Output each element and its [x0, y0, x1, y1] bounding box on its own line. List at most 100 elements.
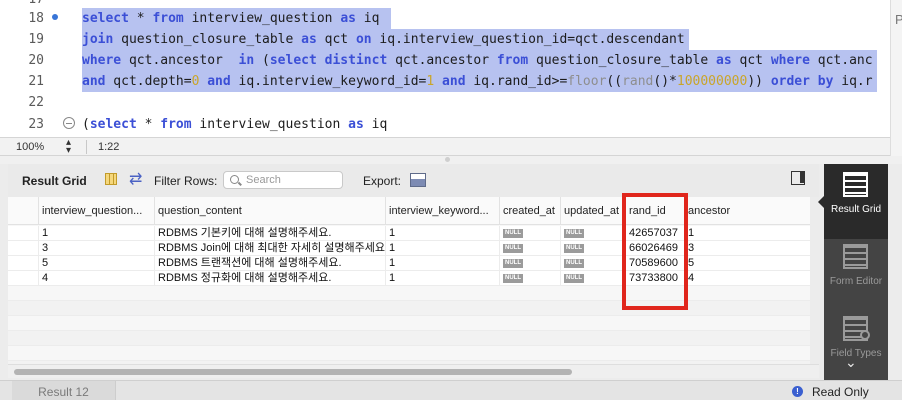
side-panel: Result Grid Form Editor Field Types	[824, 164, 888, 380]
column-header[interactable]: interview_keyword...	[385, 197, 499, 225]
code-line[interactable]: 18 select * from interview_question as iq	[0, 8, 890, 29]
filter-search-box[interactable]	[223, 171, 343, 189]
table-cell[interactable]: RDBMS 트랜잭션에 대해 설명해주세요.	[154, 256, 385, 271]
horizontal-scrollbar[interactable]	[8, 364, 819, 378]
code-token: as	[716, 53, 732, 68]
refresh-filter-icon[interactable]: ⇄	[129, 169, 142, 189]
table-cell[interactable]: 3	[684, 241, 810, 256]
code-token: iq	[363, 117, 388, 132]
code-token: floor	[567, 74, 607, 89]
column-header[interactable]: updated_at	[560, 197, 625, 225]
rand-id-highlight-box	[622, 193, 688, 310]
chevron-down-icon[interactable]: ⌄	[845, 354, 857, 371]
code-token: and	[207, 74, 231, 89]
code-line[interactable]: 20 where qct.ancestor in (select distinct…	[0, 50, 890, 71]
side-panel-label: Form Editor	[829, 276, 883, 287]
code-token: as	[340, 11, 356, 26]
table-row[interactable]: 4 RDBMS 정규화에 대해 설명해주세요. 1 NULL NULL 73733800 4	[8, 271, 810, 286]
empty-row	[8, 316, 810, 331]
code-token: as	[301, 32, 317, 47]
table-row[interactable]: 3 RDBMS Join에 대해 최대한 자세히 설명해주세요. 1 NULL NULL…	[8, 241, 810, 256]
null-badge: NULL	[503, 274, 523, 283]
table-row[interactable]: 5 RDBMS 트랜잭션에 대해 설명해주세요. 1 NULL NULL 70589600…	[8, 256, 810, 271]
code-token: qct.ancestor	[387, 53, 497, 68]
code-token: and	[82, 74, 106, 89]
table-cell[interactable]: 4	[38, 271, 154, 286]
table-cell[interactable]: NULL	[560, 226, 625, 241]
side-panel-field-types[interactable]: Field Types	[824, 308, 888, 383]
column-header[interactable]: interview_question...	[38, 197, 154, 225]
toggle-panel-icon[interactable]	[791, 171, 805, 185]
table-cell[interactable]: NULL	[499, 271, 560, 286]
line-number: 21	[28, 74, 44, 89]
right-strip-letter: P	[895, 12, 902, 27]
null-badge: NULL	[503, 259, 523, 268]
table-cell[interactable]: NULL	[499, 226, 560, 241]
line-number: 18	[28, 11, 44, 26]
table-cell[interactable]: 1	[385, 226, 499, 241]
table-cell[interactable]: 3	[38, 241, 154, 256]
column-header[interactable]: ancestor	[684, 197, 810, 225]
zoom-level[interactable]: 100%	[16, 141, 44, 153]
table-cell[interactable]: 1	[385, 271, 499, 286]
table-cell[interactable]: 4	[684, 271, 810, 286]
code-token: by	[817, 74, 834, 89]
code-token: from	[496, 53, 529, 68]
execution-marker-icon	[52, 14, 58, 20]
filter-search-input[interactable]	[246, 173, 340, 187]
pane-splitter[interactable]	[0, 156, 902, 164]
table-cell[interactable]: NULL	[499, 241, 560, 256]
code-line[interactable]: 21 and qct.depth=0 and iq.interview_keywo…	[0, 71, 890, 92]
side-panel-form-editor[interactable]: Form Editor	[824, 236, 888, 311]
table-cell[interactable]: 1	[38, 226, 154, 241]
splitter-handle-icon[interactable]	[445, 157, 450, 162]
code-line[interactable]: 22	[0, 92, 890, 113]
code-token: order	[770, 74, 810, 89]
table-cell[interactable]: 1	[385, 256, 499, 271]
column-header[interactable]: created_at	[499, 197, 560, 225]
result-grid[interactable]: interview_question... question_content int…	[8, 197, 810, 364]
export-label: Export:	[363, 174, 402, 188]
table-cell[interactable]: 5	[684, 256, 810, 271]
table-cell[interactable]: NULL	[499, 256, 560, 271]
fold-toggle-icon[interactable]	[63, 117, 75, 129]
table-cell[interactable]: RDBMS 기본키에 대해 설명해주세요.	[154, 226, 385, 241]
table-cell[interactable]: NULL	[560, 241, 625, 256]
null-badge: NULL	[564, 244, 584, 253]
code-line[interactable]: 23 (select * from interview_question as i…	[0, 114, 890, 135]
code-token: distinct	[324, 53, 388, 68]
code-token: ()*	[653, 74, 677, 89]
table-cell[interactable]: 1	[385, 241, 499, 256]
info-icon: !	[792, 386, 803, 397]
code-token: iq.r	[833, 74, 873, 89]
export-icon[interactable]	[410, 173, 426, 187]
code-token: iq.rand_id>=	[465, 74, 568, 89]
empty-row	[8, 331, 810, 346]
table-cell[interactable]: RDBMS Join에 대해 최대한 자세히 설명해주세요.	[154, 241, 385, 256]
sql-editor[interactable]: 1718select * from interview_question as …	[0, 0, 890, 137]
table-cell[interactable]: NULL	[560, 271, 625, 286]
result-grid-icon	[843, 172, 868, 197]
column-header[interactable]: question_content	[154, 197, 385, 225]
table-cell[interactable]: RDBMS 정규화에 대해 설명해주세요.	[154, 271, 385, 286]
scrollbar-thumb[interactable]	[14, 369, 572, 375]
table-cell[interactable]: 1	[684, 226, 810, 241]
code-line[interactable]: 19 join question_closure_table as qct on …	[0, 29, 890, 50]
table-cell[interactable]: 5	[38, 256, 154, 271]
search-icon	[230, 175, 239, 184]
cursor-position: 1:22	[98, 141, 120, 153]
table-cell[interactable]: NULL	[560, 256, 625, 271]
code-token: on	[355, 32, 372, 47]
magnifier-icon	[860, 330, 870, 340]
code-token: as	[348, 117, 364, 132]
grid-view-icon[interactable]	[105, 173, 117, 185]
result-tab[interactable]: Result 12	[12, 381, 116, 400]
empty-row	[8, 346, 810, 361]
side-panel-result-grid[interactable]: Result Grid	[824, 164, 888, 239]
line-number: 19	[28, 32, 44, 47]
zoom-stepper-icon[interactable]: ▴ ▾	[66, 138, 71, 156]
table-row[interactable]: 1 RDBMS 기본키에 대해 설명해주세요. 1 NULL NULL 42657037 1	[8, 226, 810, 241]
